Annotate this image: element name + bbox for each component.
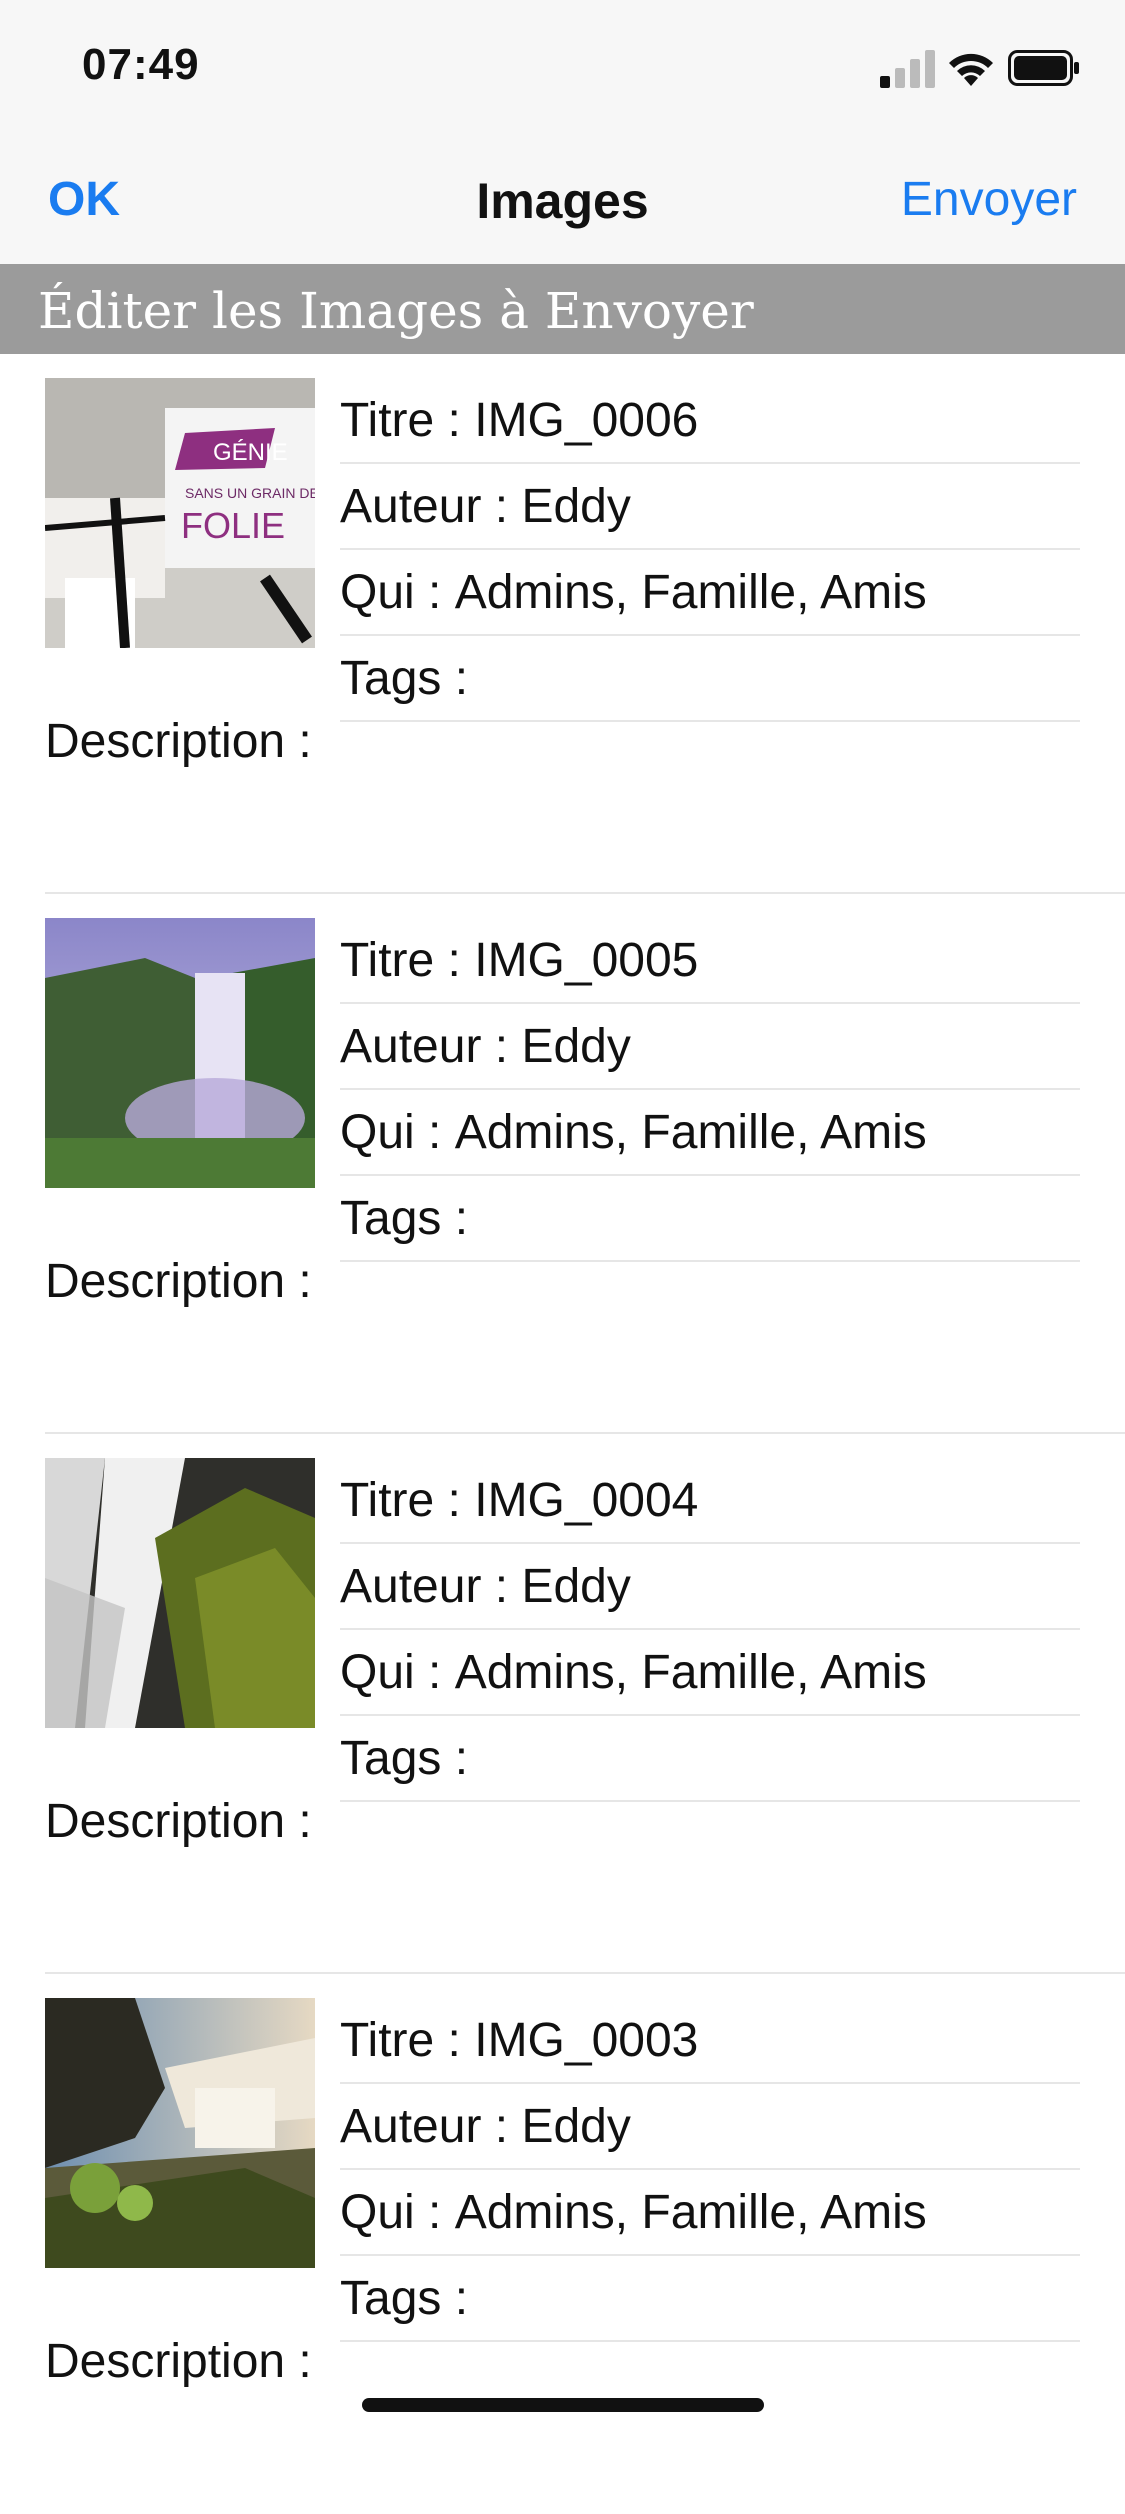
title-label: Titre :: [340, 933, 475, 987]
who-label: Qui :: [340, 1645, 455, 1699]
author-label: Auteur :: [340, 479, 522, 533]
who-value: Admins, Famille, Amis: [454, 2185, 927, 2239]
who-value: Admins, Famille, Amis: [454, 1105, 927, 1159]
author-value: Eddy: [521, 1559, 631, 1613]
who-field[interactable]: Qui : Admins, Famille, Amis: [340, 2170, 1080, 2256]
who-label: Qui :: [340, 565, 455, 619]
author-value: Eddy: [521, 2099, 631, 2153]
tags-field[interactable]: Tags :: [340, 1716, 1080, 1802]
list-item[interactable]: Titre : IMG_0004 Auteur : Eddy Qui : Adm…: [0, 1434, 1125, 1974]
who-label: Qui :: [340, 1105, 455, 1159]
author-field[interactable]: Auteur : Eddy: [340, 1544, 1080, 1630]
image-fields: Titre : IMG_0004 Auteur : Eddy Qui : Adm…: [340, 1458, 1080, 1802]
description-field[interactable]: Description :: [45, 1794, 312, 1849]
title-field[interactable]: Titre : IMG_0003: [340, 1998, 1080, 2084]
image-thumbnail[interactable]: [45, 1458, 315, 1728]
description-field[interactable]: Description :: [45, 2334, 312, 2389]
title-field[interactable]: Titre : IMG_0004: [340, 1458, 1080, 1544]
list-item[interactable]: Titre : IMG_0005 Auteur : Eddy Qui : Adm…: [0, 894, 1125, 1434]
tags-label: Tags :: [340, 2271, 482, 2325]
author-field[interactable]: Auteur : Eddy: [340, 464, 1080, 550]
author-field[interactable]: Auteur : Eddy: [340, 2084, 1080, 2170]
title-field[interactable]: Titre : IMG_0006: [340, 378, 1080, 464]
tags-label: Tags :: [340, 1191, 482, 1245]
image-fields: Titre : IMG_0006 Auteur : Eddy Qui : Adm…: [340, 378, 1080, 722]
who-label: Qui :: [340, 2185, 455, 2239]
title-value: IMG_0003: [474, 2013, 699, 2067]
title-label: Titre :: [340, 393, 475, 447]
status-time: 07:49: [82, 40, 200, 89]
description-field[interactable]: Description :: [45, 1254, 312, 1309]
title-label: Titre :: [340, 1473, 475, 1527]
image-fields: Titre : IMG_0005 Auteur : Eddy Qui : Adm…: [340, 918, 1080, 1262]
tags-label: Tags :: [340, 1731, 482, 1785]
wifi-icon: [949, 53, 993, 86]
tags-field[interactable]: Tags :: [340, 2256, 1080, 2342]
battery-icon: [1008, 50, 1079, 86]
cellular-signal-icon: [880, 50, 935, 88]
author-value: Eddy: [521, 479, 631, 533]
author-value: Eddy: [521, 1019, 631, 1073]
author-label: Auteur :: [340, 1019, 522, 1073]
title-field[interactable]: Titre : IMG_0005: [340, 918, 1080, 1004]
list-item[interactable]: GÉNIE SANS UN GRAIN DE FOLIE Titre : IMG…: [0, 354, 1125, 894]
title-label: Titre :: [340, 2013, 475, 2067]
section-title: Éditer les Images à Envoyer: [38, 282, 754, 340]
author-field[interactable]: Auteur : Eddy: [340, 1004, 1080, 1090]
who-value: Admins, Famille, Amis: [454, 1645, 927, 1699]
description-field[interactable]: Description :: [45, 714, 312, 769]
tags-field[interactable]: Tags :: [340, 636, 1080, 722]
who-field[interactable]: Qui : Admins, Famille, Amis: [340, 1090, 1080, 1176]
navigation-bar: OK Images Envoyer: [0, 132, 1125, 265]
who-field[interactable]: Qui : Admins, Famille, Amis: [340, 550, 1080, 636]
title-value: IMG_0005: [474, 933, 699, 987]
title-value: IMG_0004: [474, 1473, 699, 1527]
who-field[interactable]: Qui : Admins, Famille, Amis: [340, 1630, 1080, 1716]
list-item[interactable]: Titre : IMG_0003 Auteur : Eddy Qui : Adm…: [0, 1974, 1125, 2514]
svg-text:FOLIE: FOLIE: [181, 505, 285, 546]
section-header: Éditer les Images à Envoyer: [0, 264, 1125, 354]
description-label: Description :: [45, 715, 312, 768]
tags-field[interactable]: Tags :: [340, 1176, 1080, 1262]
author-label: Auteur :: [340, 1559, 522, 1613]
title-value: IMG_0006: [474, 393, 699, 447]
home-indicator: [362, 2398, 764, 2412]
who-value: Admins, Famille, Amis: [454, 565, 927, 619]
image-thumbnail[interactable]: [45, 918, 315, 1188]
description-label: Description :: [45, 2335, 312, 2388]
svg-text:GÉNIE: GÉNIE: [213, 439, 288, 466]
author-label: Auteur :: [340, 2099, 522, 2153]
send-button[interactable]: Envoyer: [901, 172, 1077, 227]
image-thumbnail[interactable]: GÉNIE SANS UN GRAIN DE FOLIE: [45, 378, 315, 648]
svg-text:SANS UN GRAIN DE: SANS UN GRAIN DE: [185, 485, 315, 501]
image-thumbnail[interactable]: [45, 1998, 315, 2268]
description-label: Description :: [45, 1795, 312, 1848]
tags-label: Tags :: [340, 651, 482, 705]
image-fields: Titre : IMG_0003 Auteur : Eddy Qui : Adm…: [340, 1998, 1080, 2342]
image-list: GÉNIE SANS UN GRAIN DE FOLIE Titre : IMG…: [0, 354, 1125, 2514]
status-bar: 07:49: [0, 0, 1125, 132]
description-label: Description :: [45, 1255, 312, 1308]
